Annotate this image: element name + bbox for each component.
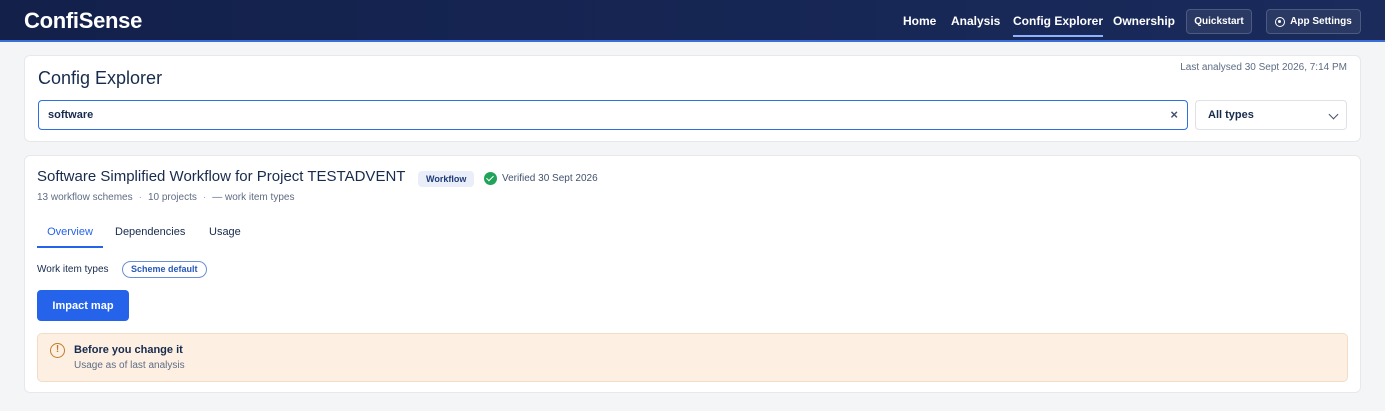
meta-projects: 10 projects [147, 192, 197, 203]
warning-title: Before you change it [74, 344, 183, 356]
result-meta: 13 workflow schemes · 10 projects · — wo… [37, 192, 294, 203]
brand-logo[interactable]: ConfiSense [24, 8, 142, 34]
impact-map-button[interactable]: Impact map [37, 290, 129, 321]
meta-schemes: 13 workflow schemes [37, 192, 133, 203]
quickstart-label: Quickstart [1194, 16, 1244, 27]
tab-usage[interactable]: Usage [209, 226, 241, 238]
tab-dependencies[interactable]: Dependencies [115, 226, 185, 238]
top-navigation-bar: ConfiSense Home Analysis Config Explorer… [0, 0, 1385, 42]
nav-home[interactable]: Home [903, 0, 936, 42]
meta-separator: · [138, 192, 142, 203]
app-settings-button[interactable]: App Settings [1266, 9, 1361, 34]
quickstart-button[interactable]: Quickstart [1186, 9, 1252, 34]
app-settings-label: App Settings [1290, 16, 1352, 27]
gear-icon [1275, 16, 1286, 27]
type-filter-select[interactable]: All types [1195, 100, 1347, 130]
chevron-down-icon [1328, 109, 1339, 120]
search-input-value: software [48, 109, 94, 121]
warning-icon: ! [50, 343, 65, 358]
warning-callout: ! Before you change it Usage as of last … [37, 333, 1348, 382]
last-analysed-timestamp: Last analysed 30 Sept 2026, 7:14 PM [1180, 62, 1347, 73]
clear-icon[interactable]: × [1170, 108, 1178, 122]
meta-work-item-types: — work item types [212, 192, 295, 203]
meta-separator: · [202, 192, 207, 203]
nav-config-explorer[interactable]: Config Explorer [1013, 0, 1104, 42]
type-badge: Workflow [418, 171, 475, 187]
warning-subtitle: Usage as of last analysis [74, 360, 185, 371]
verified-status: Verified 30 Sept 2026 [484, 172, 598, 185]
check-circle-icon [484, 172, 497, 185]
impact-map-label: Impact map [52, 299, 114, 312]
work-item-types-label: Work item types [37, 264, 109, 275]
result-title: Software Simplified Workflow for Project… [37, 168, 406, 185]
page-title: Config Explorer [38, 68, 163, 88]
tab-overview[interactable]: Overview [37, 226, 103, 248]
type-filter-value: All types [1208, 109, 1254, 121]
nav-ownership[interactable]: Ownership [1113, 0, 1175, 42]
verified-label: Verified 30 Sept 2026 [502, 173, 598, 184]
nav-analysis[interactable]: Analysis [951, 0, 1000, 42]
search-input[interactable]: software × [38, 100, 1188, 130]
scheme-default-chip: Scheme default [122, 261, 207, 278]
